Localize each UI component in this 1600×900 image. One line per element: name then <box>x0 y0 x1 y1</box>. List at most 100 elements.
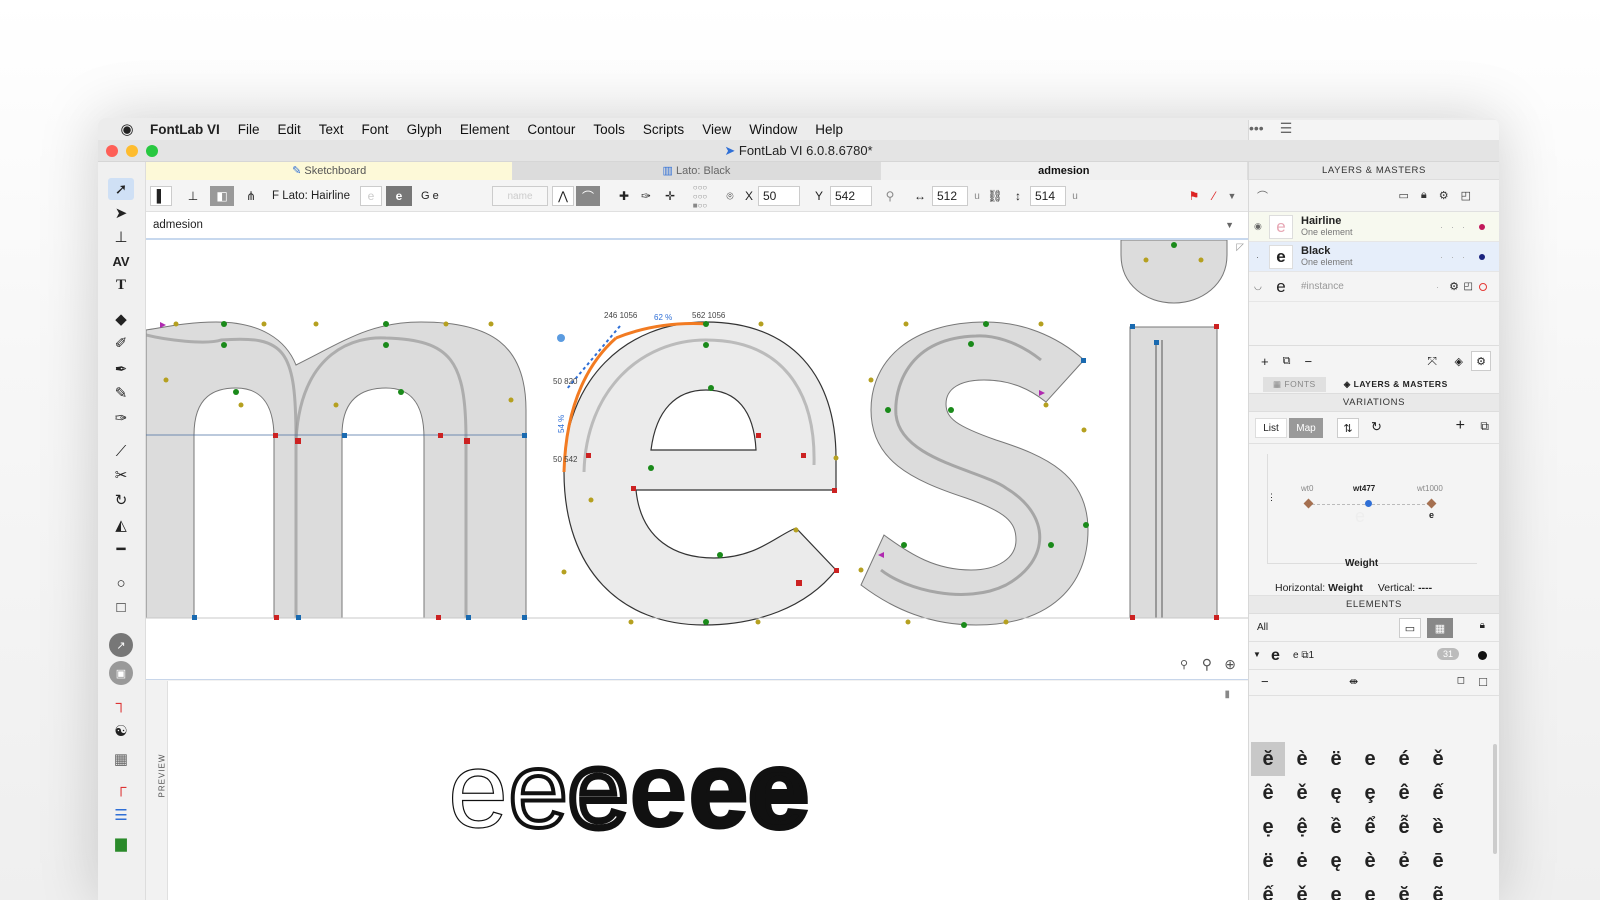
guide-tool-icon[interactable]: ┌ <box>108 776 134 798</box>
glyph-cell[interactable]: e <box>1353 742 1387 776</box>
tab-fonts[interactable]: ▦ FONTS <box>1263 377 1326 392</box>
zoom-icon[interactable]: ⚲ <box>1202 656 1212 673</box>
contour-tool-icon[interactable]: ➤ <box>108 202 134 224</box>
yinyang-tool-icon[interactable]: ☯ <box>108 720 134 742</box>
height-icon[interactable]: ↕ <box>1010 186 1026 206</box>
menu-tools[interactable]: Tools <box>593 122 625 137</box>
anchor-tool-icon[interactable]: ▆ <box>108 832 134 854</box>
tangent-icon[interactable]: ✑ <box>636 186 656 206</box>
glyph-cell[interactable]: ę <box>1319 878 1353 900</box>
knife-tool-icon[interactable]: ⟋ <box>108 440 134 462</box>
y-coordinate-field[interactable]: 542 <box>830 186 872 206</box>
layer-row-hairline[interactable]: ◉ e Hairline One element ··· <box>1249 212 1499 242</box>
element-color-dot[interactable] <box>1478 651 1487 660</box>
ruler-tool-icon[interactable]: ━ <box>108 538 134 560</box>
location-pin-icon[interactable]: ⌾ <box>722 186 738 206</box>
glyph-cell[interactable]: ế <box>1251 878 1285 900</box>
scissors-tool-icon[interactable]: ✂ <box>108 464 134 486</box>
menu-view[interactable]: View <box>702 122 731 137</box>
eye-icon[interactable]: ◡ <box>1254 281 1262 292</box>
glyph-cell[interactable]: ể <box>1353 810 1387 844</box>
pin-icon[interactable]: ⚲ <box>882 186 898 206</box>
pencil-tool-icon[interactable]: ✎ <box>108 382 134 404</box>
no-color-icon[interactable]: ⁄ <box>1204 186 1224 206</box>
glyph-cell[interactable]: è <box>1285 742 1319 776</box>
gear-icon[interactable]: ⚙ <box>1449 280 1459 293</box>
flip-icon[interactable]: ⇼ <box>1349 675 1358 688</box>
large-box-icon[interactable]: □ <box>1479 674 1487 689</box>
mask-icon[interactable]: ◰ <box>1464 281 1473 292</box>
tab-layers-masters[interactable]: ◈ LAYERS & MASTERS <box>1344 379 1448 390</box>
rapidograph-tool-icon[interactable]: ✑ <box>108 407 134 429</box>
menu-scripts[interactable]: Scripts <box>643 122 684 137</box>
glyph-cell[interactable]: ê <box>1251 776 1285 810</box>
kerning-tool-icon[interactable]: AV <box>108 250 134 272</box>
text-dropdown-icon[interactable]: ▼ <box>1225 212 1234 238</box>
pen-tool-icon[interactable]: ✒ <box>108 358 134 380</box>
instance-point[interactable] <box>1365 500 1372 507</box>
flag-icon[interactable]: ⚑ <box>1186 186 1202 206</box>
tab-admesion[interactable]: admesion <box>880 162 1248 180</box>
layer-color-dot[interactable] <box>1479 253 1485 260</box>
layer-row-black[interactable]: · e Black One element ··· <box>1249 242 1499 272</box>
glyph-cell[interactable]: ê <box>1387 776 1421 810</box>
canvas-corner-icon[interactable]: ◸ <box>1236 242 1244 253</box>
text-field[interactable]: admesion ▼ <box>146 212 1248 240</box>
variations-map[interactable]: ⋮ wt0 wt477 wt1000 e e Weight Horizontal… <box>1249 444 1499 596</box>
menu-edit[interactable]: Edit <box>278 122 301 137</box>
remove-element-icon[interactable]: − <box>1261 674 1269 689</box>
glyph-cell[interactable]: ě <box>1285 776 1319 810</box>
corner-tool-icon[interactable]: ┐ <box>108 692 134 714</box>
fill-tool-icon[interactable]: ◭ <box>108 514 134 536</box>
add-node-icon[interactable]: ✚ <box>614 186 634 206</box>
settings-icon[interactable]: ⚙ <box>1471 351 1491 371</box>
expand-arrow-icon[interactable]: ▼ <box>1253 650 1261 659</box>
layer-color-dot[interactable] <box>1479 282 1487 291</box>
pointer-tool-icon[interactable]: ➚ <box>108 178 134 200</box>
glyph-cell[interactable]: ě <box>1421 742 1455 776</box>
glyph-cell[interactable]: é <box>1387 742 1421 776</box>
glyph-canvas[interactable]: 246 1056 62 % 562 1056 50 820 54 % 50 54… <box>146 240 1248 680</box>
remove-layer-icon[interactable]: − <box>1304 354 1312 369</box>
glyph-cell[interactable]: ẽ <box>1421 878 1455 900</box>
add-instance-icon[interactable]: + <box>1456 417 1465 435</box>
color-tool-icon[interactable]: ↗ <box>108 633 134 657</box>
menu-glyph[interactable]: Glyph <box>407 122 442 137</box>
glyph-cell[interactable]: ė <box>1285 844 1319 878</box>
black-glyph-button[interactable]: e <box>386 186 412 206</box>
chevron-down-icon[interactable]: ▼ <box>1226 186 1238 206</box>
expand-icon[interactable]: ⤧ <box>1427 354 1437 369</box>
vertical-value[interactable]: ---- <box>1418 582 1432 594</box>
list-view-button[interactable]: List <box>1255 418 1287 438</box>
glyph-cell[interactable]: ë <box>1251 844 1285 878</box>
name-field[interactable]: name <box>492 186 548 206</box>
tab-sketchboard[interactable]: ✎ Sketchboard <box>146 162 514 180</box>
ellipse-tool-icon[interactable]: ○ <box>108 572 134 594</box>
sidebar-toggle-icon[interactable]: ▌ <box>150 186 172 206</box>
glyph-cell-button[interactable]: G e <box>421 186 439 206</box>
glyph-cell[interactable]: ȅ <box>1421 810 1455 844</box>
width-field[interactable]: 512 <box>932 186 968 206</box>
close-window-button[interactable] <box>106 145 118 157</box>
brush-tool-icon[interactable]: ✐ <box>108 332 134 354</box>
x-coordinate-field[interactable]: 50 <box>758 186 800 206</box>
glyph-cell[interactable]: ē <box>1421 844 1455 878</box>
glyph-cell[interactable]: ệ <box>1285 810 1319 844</box>
curve-node-icon[interactable]: ⌒ <box>576 186 600 206</box>
text-tool-icon[interactable]: T <box>108 274 134 296</box>
glyph-cell[interactable]: ẹ <box>1251 810 1285 844</box>
add-layer-icon[interactable]: + <box>1261 354 1269 369</box>
eye-icon[interactable]: ◉ <box>1254 221 1262 232</box>
zoom-window-button[interactable] <box>146 145 158 157</box>
layers-view-icon[interactable]: ◧ <box>210 186 234 206</box>
small-box-icon[interactable]: ◻ <box>1457 675 1465 686</box>
glyph-cell[interactable]: è <box>1353 844 1387 878</box>
minimize-window-button[interactable] <box>126 145 138 157</box>
grid-view-icon[interactable]: ▦ <box>1427 618 1453 638</box>
smooth-node-icon[interactable]: ⋀ <box>552 186 574 206</box>
glyph-cell[interactable]: ḝ <box>1387 878 1421 900</box>
layer-thumb-toggle-icon[interactable]: ▭ <box>1398 189 1408 202</box>
zoom-fit-icon[interactable]: ⊕ <box>1224 656 1236 673</box>
origin-grid-icon[interactable]: ○○○ ○○○ ■○○ <box>686 183 714 210</box>
glyph-cell[interactable]: ế <box>1421 776 1455 810</box>
